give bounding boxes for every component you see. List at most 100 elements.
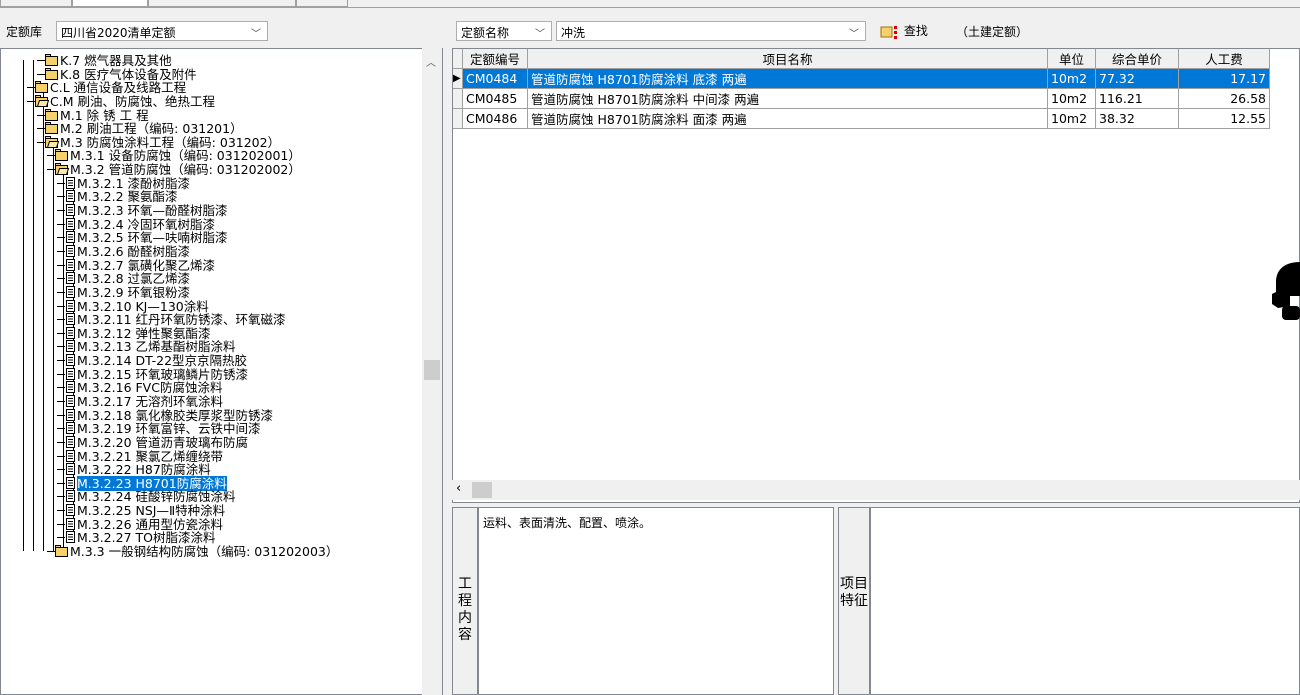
folder-icon <box>55 545 69 560</box>
top-tab-active[interactable] <box>72 0 148 7</box>
cell-price: 38.32 <box>1095 108 1179 129</box>
tree-guide-line <box>57 523 65 525</box>
tree-guide-line <box>43 87 44 552</box>
search-input-text: 冲洗 <box>561 26 586 40</box>
tree-guide-line <box>37 60 45 61</box>
tree-guide-line <box>57 510 65 512</box>
tree-guide-line <box>57 223 65 225</box>
tree-guide-line <box>57 237 65 239</box>
tree-guide-line <box>57 537 65 539</box>
chevron-down-icon: ﹀ <box>251 29 261 40</box>
quota-tree: K.7 燃气器具及其他 K.8 医疗气体设备及附件 C.L 通信设备及线路工程 C.M… <box>0 48 443 695</box>
tree-guide-line <box>57 291 65 293</box>
col-header-name[interactable]: 项目名称 <box>527 49 1048 69</box>
cell-labor: 17.17 <box>1178 68 1270 89</box>
col-header-price[interactable]: 综合单价 <box>1095 49 1179 69</box>
tree-guide-line <box>57 373 65 375</box>
tree-guide-line <box>57 360 65 362</box>
cell-labor: 26.58 <box>1178 88 1270 109</box>
cell-unit: 10m2 <box>1047 68 1096 89</box>
tree-guide-line <box>27 100 35 102</box>
row-indicator <box>453 108 463 129</box>
search-input[interactable]: 冲洗 ﹀ <box>556 21 866 41</box>
find-icon <box>880 25 897 39</box>
tree-guide-line <box>57 182 65 184</box>
tree-guide-line <box>37 141 45 143</box>
find-button[interactable]: 查找 <box>880 22 928 40</box>
scroll-up-icon[interactable]: ︿ <box>426 54 436 69</box>
table-row[interactable]: ▶ CM0484 管道防腐蚀 H8701防腐涂料 底漆 两遍 10m2 77.32 17.… <box>453 68 1270 89</box>
scroll-left-icon[interactable]: ‹ <box>456 481 461 496</box>
tree-guide-line <box>37 128 45 130</box>
cell-name: 管道防腐蚀 H8701防腐涂料 面漆 两遍 <box>527 108 1048 129</box>
quota-table: 定额编号 项目名称 单位 综合单价 人工费 ▶ CM0484 管道防腐蚀 H8701… <box>452 48 1300 503</box>
cell-unit: 10m2 <box>1047 88 1096 109</box>
work-content-label: 工程内容 <box>458 576 472 643</box>
search-field-value: 定额名称 <box>461 26 510 40</box>
tree-vertical-scrollbar[interactable]: ︿ <box>422 48 442 695</box>
tree-guide-line <box>47 551 55 553</box>
table-row[interactable]: CM0485 管道防腐蚀 H8701防腐涂料 中间漆 两遍 10m2 116.21 26… <box>453 88 1270 109</box>
tree-guide-line <box>37 73 45 75</box>
tree-guide-line <box>57 264 65 266</box>
scrollbar-thumb[interactable] <box>472 482 492 498</box>
top-tab[interactable] <box>148 0 296 7</box>
tree-node[interactable]: M.3.3 一般钢结构防腐蚀（编码: 031202003） <box>55 544 338 559</box>
tree-guide-line <box>57 482 65 484</box>
tree-guide-line <box>57 441 65 443</box>
chevron-down-icon: ﹀ <box>535 29 545 40</box>
tree-guide-line <box>57 319 65 321</box>
tree-guide-line <box>57 332 65 334</box>
tree-guide-line <box>57 496 65 498</box>
library-select[interactable]: 四川省2020清单定额 ﹀ <box>56 21 268 41</box>
tree-guide-line <box>23 60 24 552</box>
table-row[interactable]: CM0486 管道防腐蚀 H8701防腐涂料 面漆 两遍 10m2 38.32 12.5… <box>453 108 1270 129</box>
work-content-text: 运料、表面清洗、配置、喷涂。 <box>483 516 652 530</box>
cell-unit: 10m2 <box>1047 108 1096 129</box>
top-tab[interactable] <box>296 0 348 7</box>
cell-code: CM0485 <box>462 88 528 109</box>
tree-guide-line <box>47 169 55 171</box>
side-tool-icon[interactable] <box>1268 258 1300 322</box>
col-header-labor[interactable]: 人工费 <box>1178 49 1270 69</box>
tree-node-label: M.3.3 一般钢结构防腐蚀（编码: 031202003） <box>70 544 339 560</box>
cell-code: CM0486 <box>462 108 528 129</box>
cell-name: 管道防腐蚀 H8701防腐涂料 底漆 两遍 <box>527 68 1048 89</box>
chevron-down-icon: ﹀ <box>849 29 859 40</box>
tree-guide-line <box>57 250 65 252</box>
tree-guide-line <box>33 60 34 552</box>
top-tab[interactable] <box>0 0 72 7</box>
row-indicator-header <box>453 49 463 69</box>
features-label-pane: 项目特征 <box>838 507 870 695</box>
cell-name: 管道防腐蚀 H8701防腐涂料 中间漆 两遍 <box>527 88 1048 109</box>
search-field-select[interactable]: 定额名称 ﹀ <box>456 21 552 41</box>
table-horizontal-scrollbar[interactable]: ‹ <box>452 480 1300 500</box>
cell-labor: 12.55 <box>1178 108 1270 129</box>
tree-guide-line <box>57 401 65 402</box>
features-label: 项目特征 <box>840 576 868 609</box>
tree-guide-line <box>57 469 65 471</box>
tree-guide-line <box>37 114 45 116</box>
work-content-label-pane: 工程内容 <box>452 507 478 695</box>
scope-label: （土建定额） <box>956 25 1029 39</box>
cell-code: CM0484 <box>462 68 528 89</box>
tree-guide-line <box>57 305 65 307</box>
top-tab-strip <box>0 0 1300 8</box>
current-row-arrow-icon: ▶ <box>453 68 463 89</box>
tree-guide-line <box>57 455 65 457</box>
col-header-unit[interactable]: 单位 <box>1047 49 1096 69</box>
tree-guide-line <box>57 414 65 416</box>
tree-guide-line <box>57 210 65 212</box>
work-content-pane[interactable]: 运料、表面清洗、配置、喷涂。 <box>478 507 834 695</box>
tree-guide-line <box>57 428 65 430</box>
library-select-value: 四川省2020清单定额 <box>61 26 176 40</box>
library-label: 定额库 <box>6 25 43 39</box>
tree-guide-line <box>53 141 54 552</box>
tree-guide-line <box>57 196 65 198</box>
col-header-code[interactable]: 定额编号 <box>462 49 528 69</box>
features-pane[interactable] <box>870 507 1300 695</box>
scrollbar-thumb[interactable] <box>424 360 440 380</box>
cell-price: 116.21 <box>1095 88 1179 109</box>
table-header-row: 定额编号 项目名称 单位 综合单价 人工费 <box>453 49 1270 69</box>
tree-guide-line <box>27 87 35 89</box>
